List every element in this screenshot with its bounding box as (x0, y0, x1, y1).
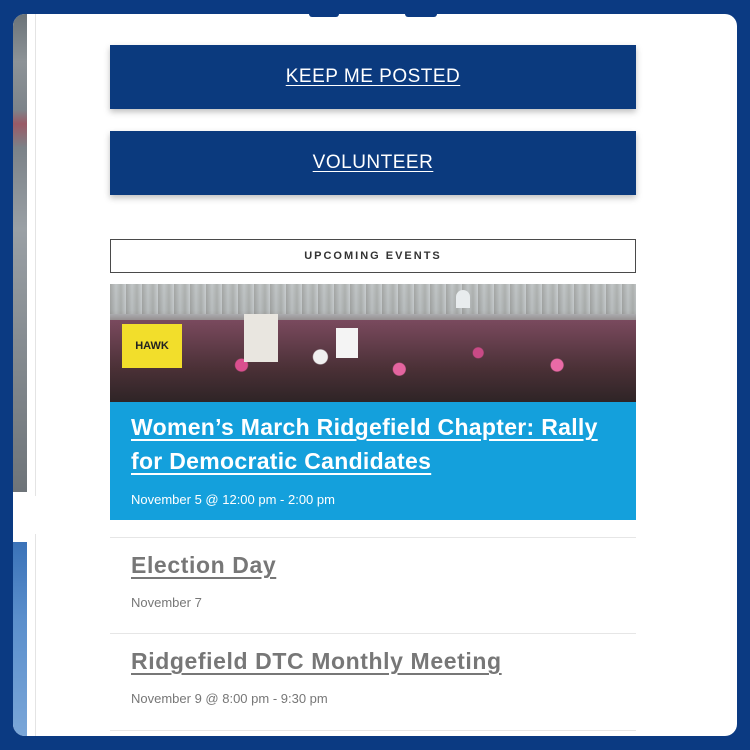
cropped-left-photo (13, 542, 27, 736)
event-date: November 7 (131, 595, 202, 610)
featured-event-body: Women’s March Ridgefield Chapter: Rally … (110, 402, 636, 520)
crowd (110, 320, 636, 402)
volunteer-button[interactable]: VOLUNTEER (110, 131, 636, 195)
upcoming-events-heading: UPCOMING EVENTS (110, 239, 636, 273)
protest-sign (336, 328, 358, 358)
featured-event-image[interactable]: HAWK (110, 284, 636, 402)
featured-event-card[interactable]: HAWK Women’s March Ridgefield Chapter: R… (110, 284, 636, 520)
event-date: November 9 @ 8:00 pm - 9:30 pm (131, 691, 328, 706)
event-title-link[interactable]: Ridgefield DTC Monthly Meeting (131, 645, 615, 677)
event-title-link[interactable]: Election Day (131, 549, 615, 581)
event-list-item: Ridgefield DTC Monthly Meeting November … (110, 633, 636, 730)
divider (110, 730, 636, 731)
featured-event-title-link[interactable]: Women’s March Ridgefield Chapter: Rally … (131, 410, 615, 478)
protest-sign: HAWK (122, 324, 182, 368)
cropped-left-photo (13, 14, 27, 492)
featured-event-date: November 5 @ 12:00 pm - 2:00 pm (131, 492, 335, 507)
page-frame: KEEP ME POSTED VOLUNTEER UPCOMING EVENTS… (13, 14, 737, 736)
divider (35, 534, 36, 736)
keep-me-posted-button[interactable]: KEEP ME POSTED (110, 45, 636, 109)
protest-sign (244, 314, 278, 362)
divider (35, 14, 36, 496)
capitol-dome (456, 290, 470, 308)
cropped-top-element (295, 14, 445, 18)
event-list-item: Election Day November 7 (110, 537, 636, 634)
